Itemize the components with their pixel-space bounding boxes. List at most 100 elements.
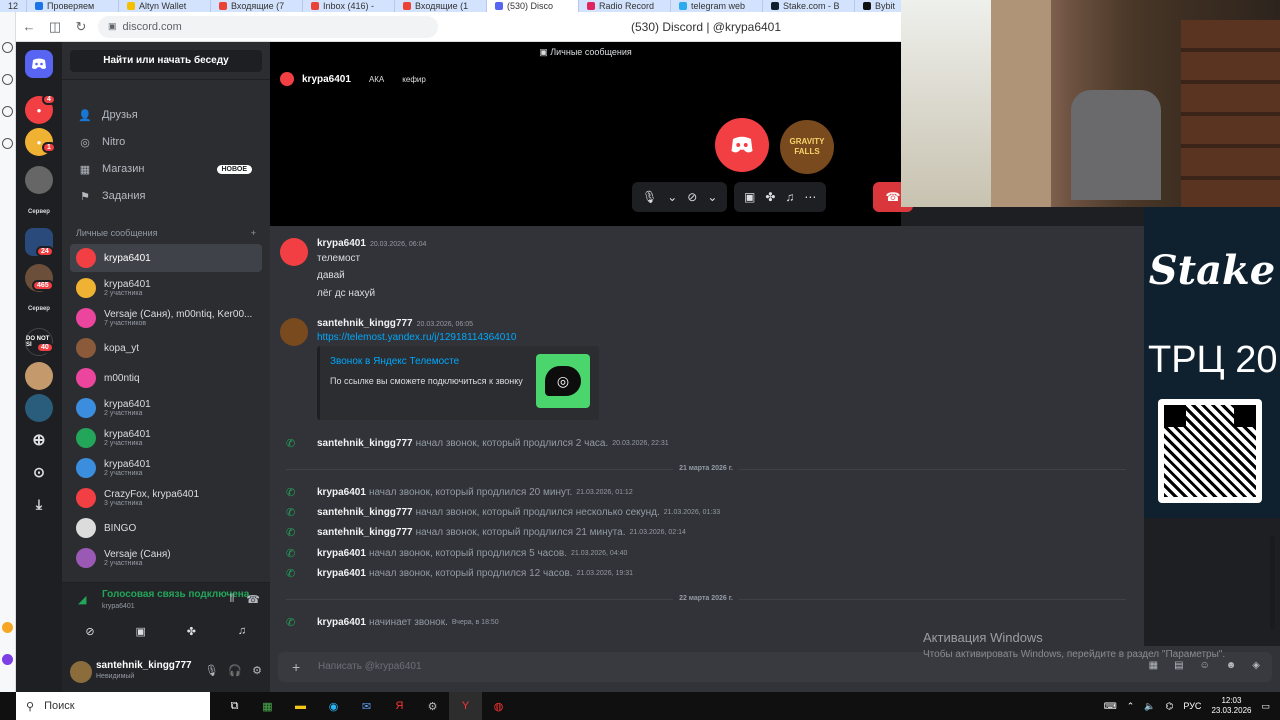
activities-icon[interactable]: ✤ xyxy=(765,190,775,204)
store-icon[interactable]: ▦ xyxy=(251,692,284,720)
language-indicator[interactable]: РУС xyxy=(1183,701,1201,711)
dm-list-item[interactable]: krypa6401 2 участника xyxy=(70,424,262,452)
message-author[interactable]: santehnik_kingg777 xyxy=(317,318,413,329)
soundboard-icon[interactable]: ♫ xyxy=(785,190,794,204)
emoji-icon[interactable]: ☻ xyxy=(1226,660,1237,671)
microphone-icon[interactable]: 🎙 xyxy=(204,664,218,677)
reload-icon[interactable]: ↻ xyxy=(68,19,94,35)
dm-list-item[interactable]: Versaje (Саня), m00ntiq, Ker00... 7 участ… xyxy=(70,304,262,332)
browser-tab[interactable]: Проверяем xyxy=(27,0,120,12)
yandex-browser-icon[interactable]: Y xyxy=(449,692,482,720)
nav-shop[interactable]: ▦ Магазин НОВОЕ xyxy=(70,157,262,181)
browser-tab[interactable]: Входящие (1 xyxy=(395,0,488,12)
avatar[interactable] xyxy=(280,318,308,346)
call-author[interactable]: santehnik_kingg777 xyxy=(317,438,413,449)
discover-icon[interactable]: ⊙ xyxy=(25,458,53,486)
yandex-icon[interactable]: Я xyxy=(383,692,416,720)
settings-gear-icon[interactable]: ⚙ xyxy=(252,664,262,677)
nav-quests[interactable]: ⚑ Задания xyxy=(70,184,262,208)
side-circle-icon[interactable] xyxy=(2,74,13,85)
call-author[interactable]: santehnik_kingg777 xyxy=(317,527,413,538)
dm-list-item[interactable]: krypa6401 xyxy=(70,244,262,272)
dm-list-item[interactable]: krypa6401 2 участника xyxy=(70,454,262,482)
network-icon[interactable]: ⌬ xyxy=(1166,701,1174,712)
nav-friends[interactable]: 👤 Друзья xyxy=(70,103,262,127)
url-input[interactable]: ▣ discord.com xyxy=(98,15,438,38)
screen-share-icon[interactable]: ▣ xyxy=(121,619,161,643)
tab-counter[interactable]: 12 xyxy=(0,0,28,12)
sticker-icon[interactable]: ☺ xyxy=(1200,660,1210,671)
more-icon[interactable]: ⋯ xyxy=(804,190,816,204)
clock[interactable]: 12:03 23.03.2026 xyxy=(1211,696,1251,716)
taskbar-search[interactable]: ⚲ Поиск xyxy=(16,692,210,720)
dm-list-item[interactable]: Versaje (Саня) 2 участника xyxy=(70,544,262,572)
side-circle-icon[interactable] xyxy=(2,42,13,53)
browser-tab[interactable]: Stake.com - B xyxy=(763,0,856,12)
side-circle-icon[interactable] xyxy=(2,106,13,117)
steam-icon[interactable]: ⚙ xyxy=(416,692,449,720)
camera-off-icon[interactable]: ⊘ xyxy=(70,619,110,643)
side-app-icon[interactable] xyxy=(2,654,13,665)
voice-channel[interactable]: krypa6401 xyxy=(102,603,135,610)
dm-list-item[interactable]: CrazyFox, krypa6401 3 участника xyxy=(70,484,262,512)
nav-nitro[interactable]: ◎ Nitro xyxy=(70,130,262,154)
folder-icon[interactable]: ▬ xyxy=(284,692,317,720)
microphone-icon[interactable]: 🎙 xyxy=(642,190,657,204)
side-circle-icon[interactable] xyxy=(2,138,13,149)
call-username[interactable]: krypa6401 xyxy=(302,74,351,85)
server-avatar[interactable] xyxy=(25,394,53,422)
download-icon[interactable]: ⤓ xyxy=(25,490,53,518)
message-link[interactable]: https://telemost.yandex.ru/j/12918114364… xyxy=(317,332,516,343)
browser-tab[interactable]: (530) Disco xyxy=(487,0,580,12)
back-icon[interactable]: ← xyxy=(16,19,42,34)
embed-title[interactable]: Звонок в Яндекс Телемосте xyxy=(330,356,459,367)
caller-avatar[interactable] xyxy=(715,118,769,172)
gift-icon[interactable]: ▦ xyxy=(1149,660,1158,671)
call-author[interactable]: krypa6401 xyxy=(317,487,366,498)
browser-tab[interactable]: Altyn Wallet xyxy=(119,0,212,12)
call-author[interactable]: krypa6401 xyxy=(317,568,366,579)
participant-avatar[interactable]: GRAVITY FALLS xyxy=(780,120,834,174)
noise-suppression-icon[interactable]: ⦀ xyxy=(229,593,234,606)
attach-plus-icon[interactable]: + xyxy=(292,659,300,675)
camera-off-icon[interactable]: ⊘ xyxy=(687,190,697,204)
edge-icon[interactable]: ◉ xyxy=(317,692,350,720)
avatar[interactable] xyxy=(70,661,92,683)
notifications-icon[interactable]: ▭ xyxy=(1261,701,1270,712)
radio-icon[interactable]: ◍ xyxy=(482,692,515,720)
side-app-icon[interactable] xyxy=(2,622,13,633)
dm-list-item[interactable]: krypa6401 2 участника xyxy=(70,274,262,302)
signal-icon[interactable]: ◢ xyxy=(78,593,86,606)
find-conversation-button[interactable]: Найти или начать беседу xyxy=(70,49,262,72)
chevron-down-icon[interactable]: ⌄ xyxy=(707,190,717,204)
browser-tab[interactable]: Входящие (7 xyxy=(211,0,304,12)
browser-tab[interactable]: telegram web xyxy=(671,0,764,12)
server-avatar[interactable] xyxy=(25,362,53,390)
add-server-icon[interactable]: ⊕ xyxy=(25,426,53,454)
create-dm-icon[interactable]: + xyxy=(251,228,256,238)
volume-icon[interactable]: 🔈 xyxy=(1144,701,1155,712)
avatar[interactable] xyxy=(280,238,308,266)
dm-list-item[interactable]: kopa_yt xyxy=(70,334,262,362)
headphones-icon[interactable]: 🎧 xyxy=(228,664,242,677)
browser-tab[interactable]: Radio Record xyxy=(579,0,672,12)
call-author[interactable]: santehnik_kingg777 xyxy=(317,507,413,518)
dm-list-item[interactable]: krypa6401 2 участника xyxy=(70,394,262,422)
gif-icon[interactable]: ▤ xyxy=(1174,660,1183,671)
task-view-icon[interactable]: ⧉ xyxy=(218,692,251,720)
chevron-down-icon[interactable]: ⌄ xyxy=(667,190,677,204)
call-author[interactable]: krypa6401 xyxy=(317,617,366,628)
chat-scrollbar[interactable] xyxy=(1270,535,1275,630)
activities-icon[interactable]: ✤ xyxy=(171,619,211,643)
apps-icon[interactable]: ◈ xyxy=(1252,660,1260,671)
server-avatar[interactable] xyxy=(25,166,53,194)
disconnect-icon[interactable]: ☎ xyxy=(246,593,260,606)
keyboard-icon[interactable]: ⌨ xyxy=(1104,701,1117,712)
call-author[interactable]: krypa6401 xyxy=(317,548,366,559)
site-info-icon[interactable]: ▣ xyxy=(108,21,117,32)
message-author[interactable]: krypa6401 xyxy=(317,238,366,249)
browser-tab[interactable]: Inbox (416) - xyxy=(303,0,396,12)
soundboard-icon[interactable]: ♫ xyxy=(222,619,262,643)
mail-icon[interactable]: ✉ xyxy=(350,692,383,720)
dm-list-item[interactable]: m00ntiq xyxy=(70,364,262,392)
